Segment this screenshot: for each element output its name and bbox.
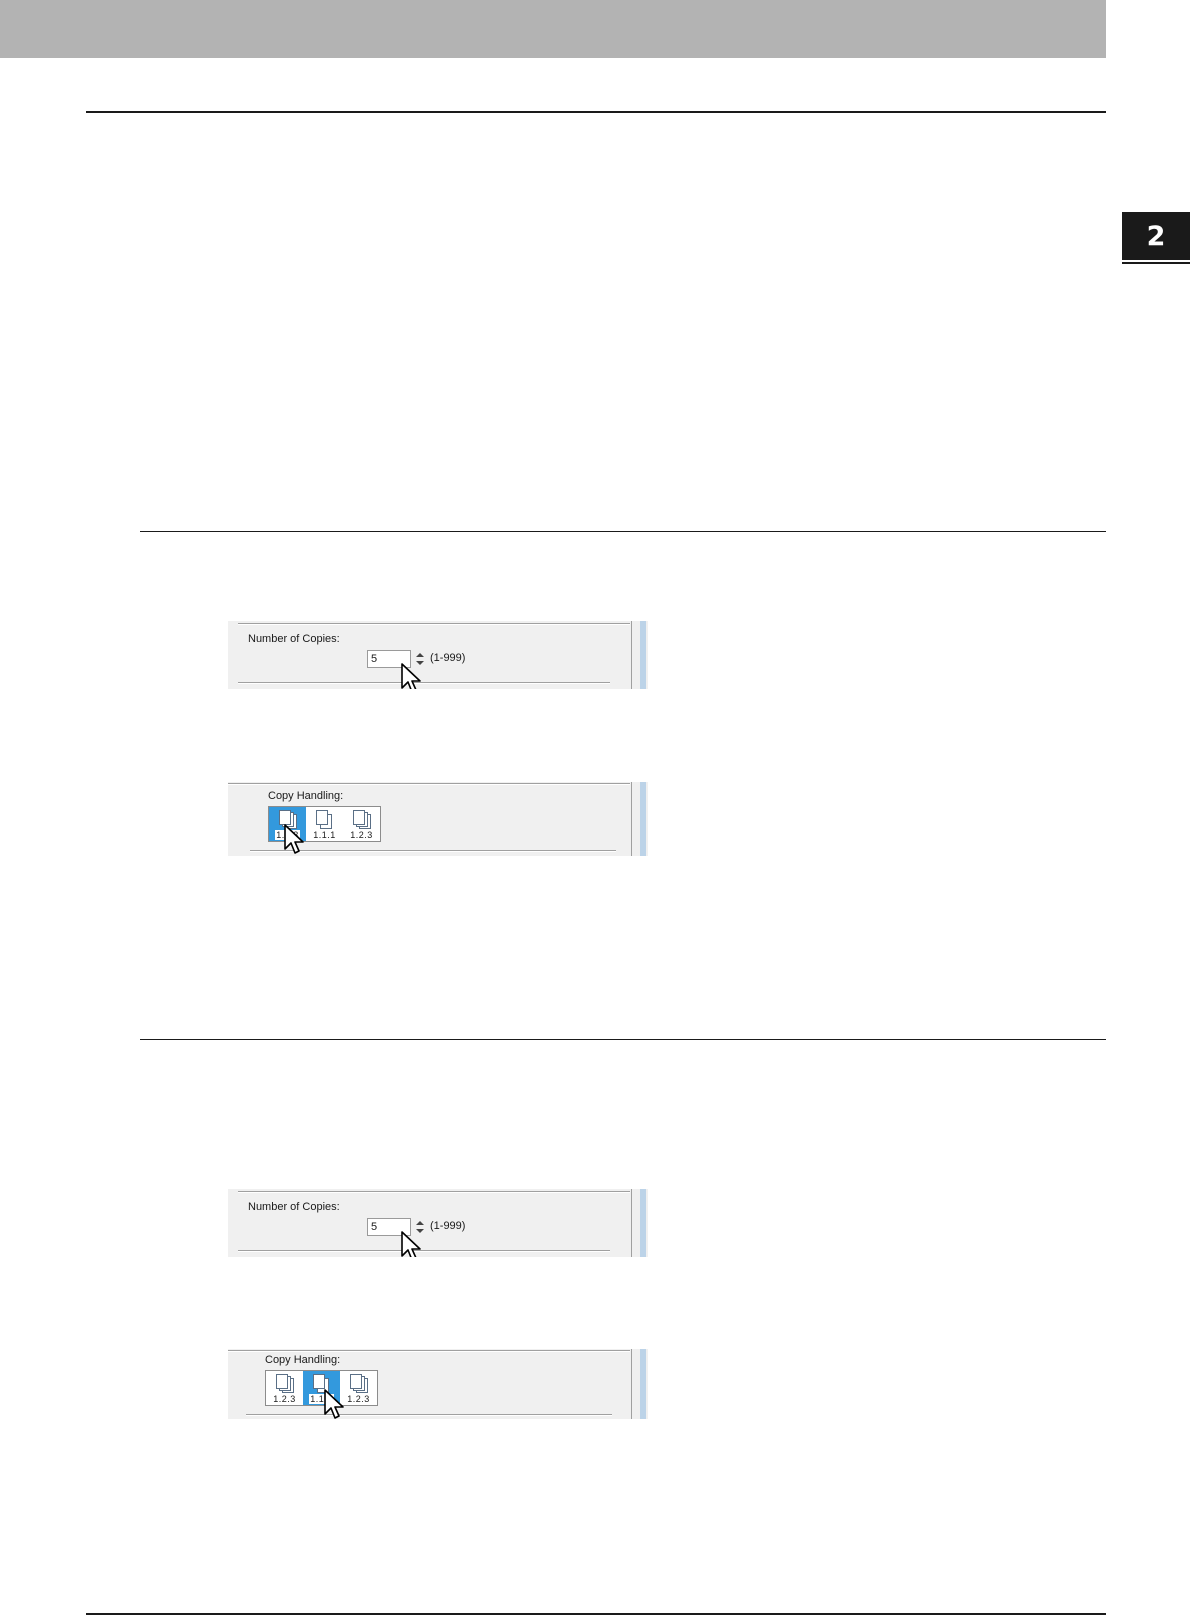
copies-panel-1: Number of Copies: 5 (1-999) — [228, 621, 648, 689]
rotate-sort-caption: 1.2.3 — [350, 830, 373, 840]
chapter-tab-rule — [1122, 262, 1190, 264]
mouse-pointer-icon — [401, 663, 421, 689]
mouse-pointer-icon — [284, 824, 304, 854]
paper-stack-icon — [276, 1374, 296, 1394]
copies-label: Number of Copies: — [248, 633, 340, 645]
copies-range: (1-999) — [430, 652, 466, 664]
group-button[interactable]: 1.1.1 — [306, 807, 343, 841]
section-rule-top — [86, 111, 1106, 113]
paper-stack-icon — [316, 810, 336, 830]
paper-stack-icon — [350, 1374, 370, 1394]
mouse-pointer-icon — [401, 1231, 421, 1257]
rotate-sort-button[interactable]: 1.2.3 — [340, 1371, 377, 1405]
rotate-sort-button[interactable]: 1.2.3 — [343, 807, 380, 841]
copies-label: Number of Copies: — [248, 1201, 340, 1213]
handling-panel-1: Copy Handling: 1.2.3 1.1.1 1.2.3 — [228, 782, 648, 856]
header-band — [0, 0, 1106, 58]
handling-panel-2: Copy Handling: 1.2.3 1.1.1 1.2.3 — [228, 1349, 648, 1419]
copy-handling-label: Copy Handling: — [265, 1354, 341, 1366]
chapter-tab: 2 — [1122, 212, 1190, 260]
footer-rule — [86, 1613, 1106, 1615]
subsection-rule-2 — [140, 1039, 1106, 1040]
mouse-pointer-icon — [324, 1389, 344, 1419]
copies-panel-2: Number of Copies: 5 (1-999) — [228, 1189, 648, 1257]
subsection-rule-1 — [140, 531, 1106, 532]
collate-button[interactable]: 1.2.3 — [266, 1371, 303, 1405]
copy-handling-label: Copy Handling: — [268, 790, 344, 802]
paper-stack-icon — [353, 810, 373, 830]
copies-range: (1-999) — [430, 1220, 466, 1232]
group-caption: 1.1.1 — [313, 830, 336, 840]
rotate-sort-caption: 1.2.3 — [347, 1394, 370, 1404]
collate-caption: 1.2.3 — [273, 1394, 296, 1404]
copy-handling-options: 1.2.3 1.1.1 1.2.3 — [265, 1370, 378, 1406]
